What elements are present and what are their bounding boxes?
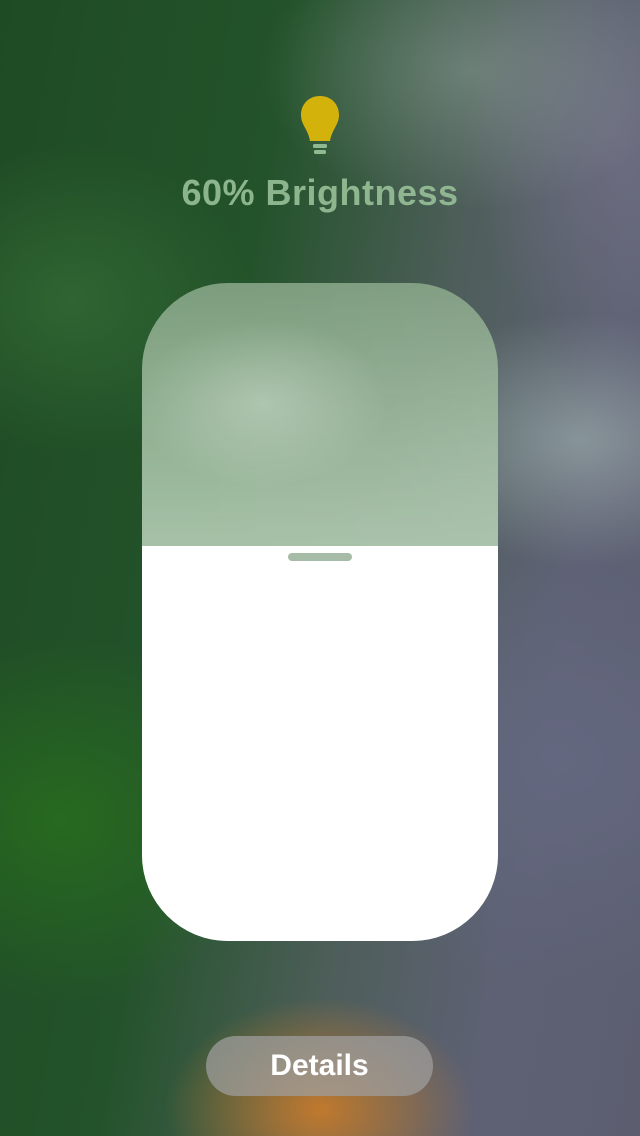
details-button[interactable]: Details xyxy=(206,1036,433,1096)
brightness-title: 60% Brightness xyxy=(181,172,459,213)
brightness-slider-handle[interactable] xyxy=(288,553,352,561)
lightbulb-icon xyxy=(300,96,340,158)
brightness-slider-fill xyxy=(142,546,498,941)
brightness-slider[interactable] xyxy=(142,283,498,941)
